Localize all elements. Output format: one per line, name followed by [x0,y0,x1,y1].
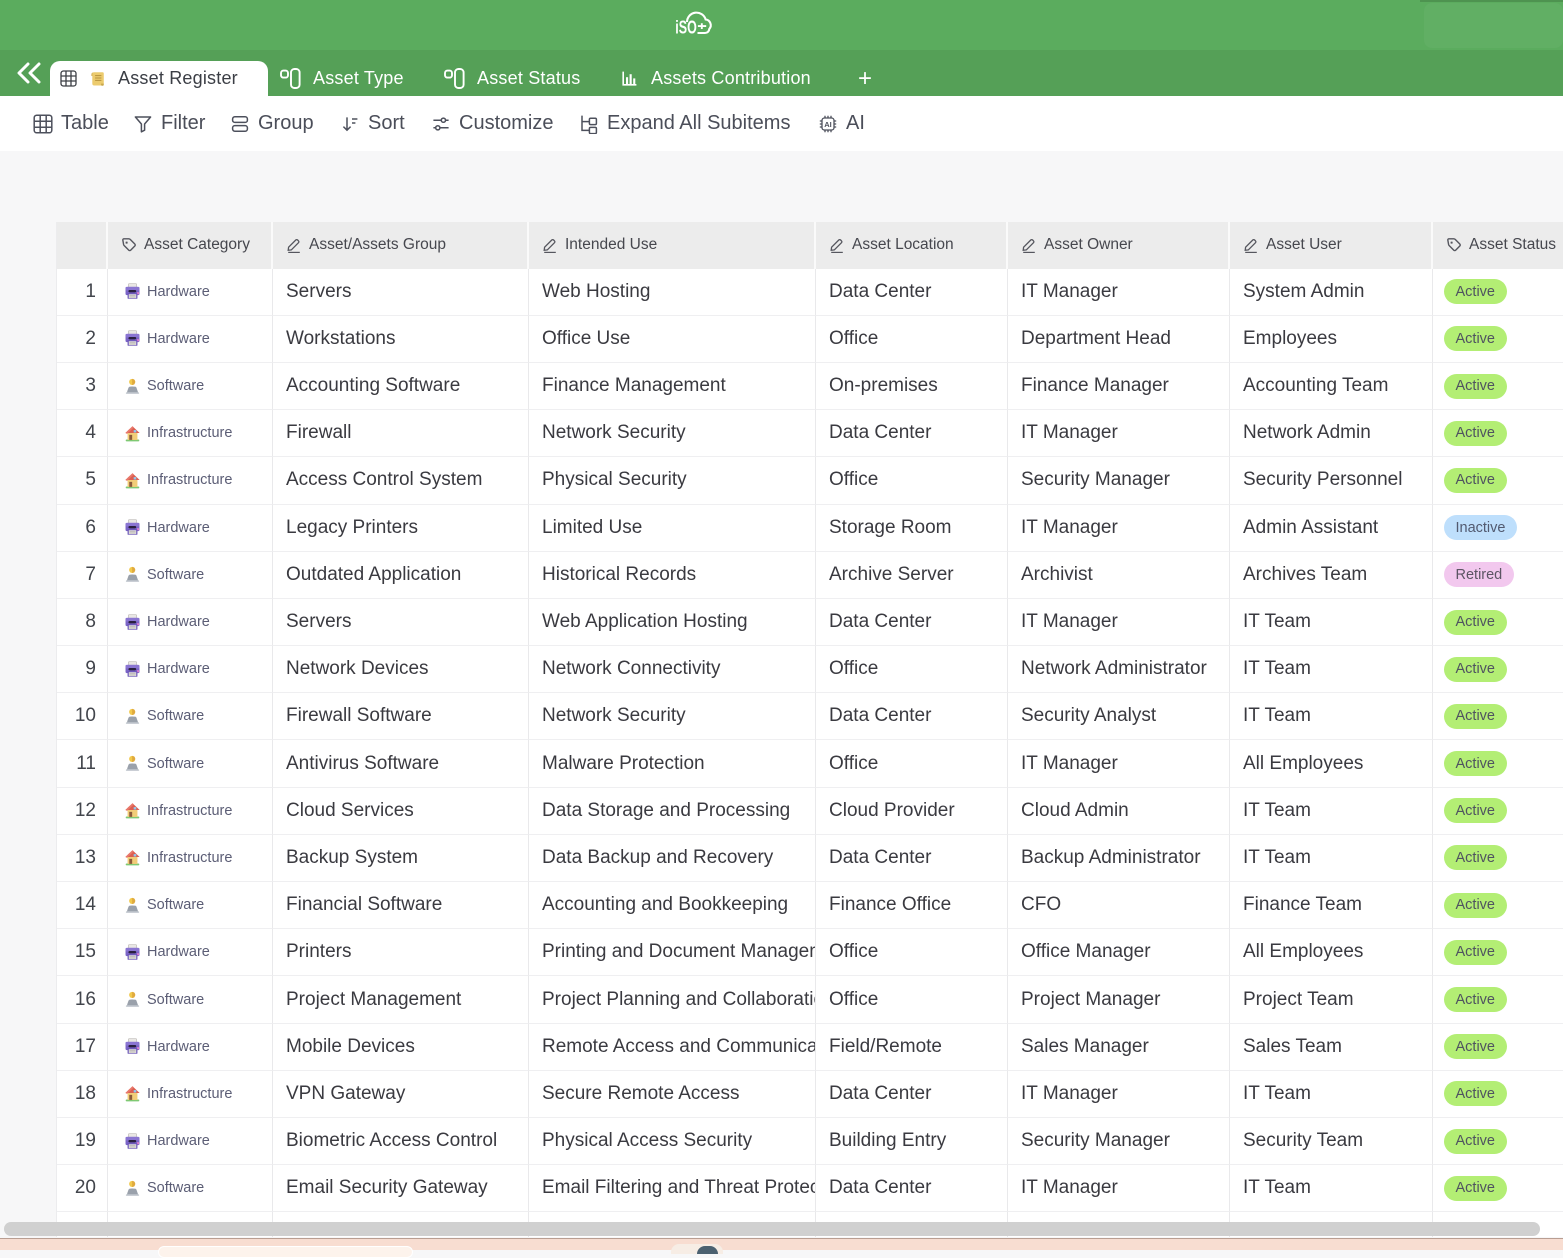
svg-text:AI: AI [824,120,832,129]
svg-text:iSO: iSO [675,16,697,37]
